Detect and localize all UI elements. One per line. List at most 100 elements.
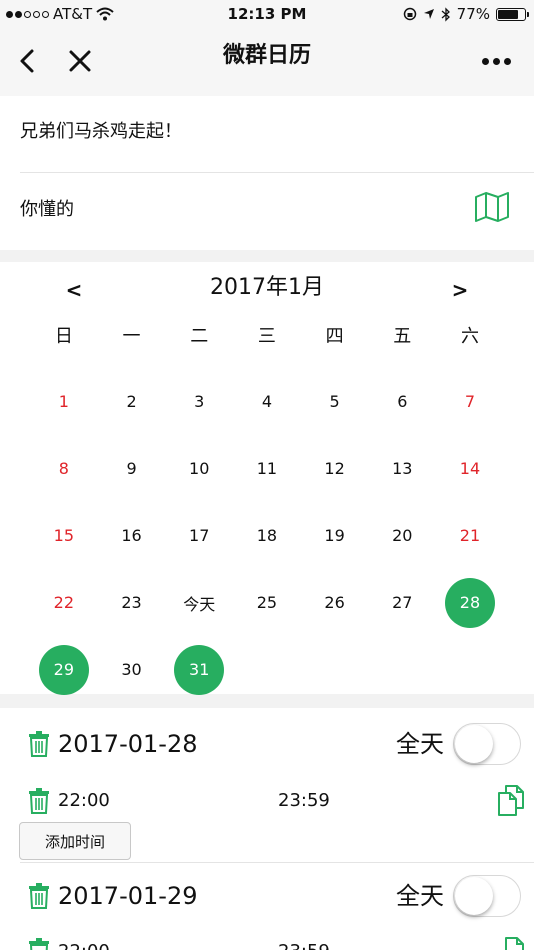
- calendar-cell: 14: [436, 435, 504, 502]
- calendar-cell: [368, 636, 436, 703]
- calendar-day[interactable]: 11: [242, 444, 292, 494]
- calendar-cell: 6: [368, 368, 436, 435]
- all-day-toggle[interactable]: [453, 723, 521, 765]
- calendar-grid: 1 2 3 4 5 6 7 8 9 10 11 12 13 14 15 16 17 18 19 20 21 22 23 今天 2…: [30, 368, 504, 703]
- calendar-cell: 17: [165, 502, 233, 569]
- calendar-day[interactable]: 23: [107, 578, 157, 628]
- battery-percent: 77%: [456, 5, 490, 23]
- event-date-list: 2017-01-28 全天 22:00 23:59 添加时间 2017-01-2…: [0, 708, 534, 950]
- calendar-cell: 1: [30, 368, 98, 435]
- trash-icon[interactable]: [28, 883, 50, 909]
- page: AT&T 12:13 PM 77% 微群日历 兄弟们马杀鸡走起！ 你懂的 < 2…: [0, 0, 534, 950]
- calendar-day[interactable]: 7: [445, 377, 495, 427]
- calendar-cell: 30: [98, 636, 166, 703]
- page-title: 微群日历: [222, 43, 311, 68]
- event-info-card: 兄弟们马杀鸡走起！ 你懂的: [0, 96, 534, 250]
- calendar-cell: 13: [368, 435, 436, 502]
- event-date: 2017-01-28: [58, 730, 198, 758]
- end-time[interactable]: 23:59: [278, 789, 330, 813]
- calendar-cell: 27: [368, 569, 436, 636]
- calendar-cell: 23: [98, 569, 166, 636]
- weekday-label: 六: [460, 326, 479, 347]
- calendar-day[interactable]: 18: [242, 511, 292, 561]
- calendar-day[interactable]: 22: [39, 578, 89, 628]
- end-time[interactable]: 23:59: [278, 940, 330, 950]
- calendar-cell: 21: [436, 502, 504, 569]
- weekday-label: 三: [257, 326, 276, 347]
- calendar-day[interactable]: 28: [444, 577, 495, 628]
- calendar-day[interactable]: 8: [39, 444, 89, 494]
- location-icon: [423, 9, 434, 19]
- calendar-day[interactable]: 4: [242, 377, 292, 427]
- trash-icon[interactable]: [28, 938, 50, 950]
- calendar-day[interactable]: 6: [377, 377, 427, 427]
- calendar-cell: 7: [436, 368, 504, 435]
- calendar-cell: 20: [368, 502, 436, 569]
- battery-icon: [496, 7, 529, 21]
- calendar-cell: 3: [165, 368, 233, 435]
- calendar-day[interactable]: 19: [310, 511, 360, 561]
- calendar-cell: 29: [30, 636, 98, 703]
- calendar-cell: 31: [165, 636, 233, 703]
- all-day-label: 全天: [396, 882, 444, 910]
- start-time[interactable]: 22:00: [58, 940, 110, 950]
- calendar-day[interactable]: 31: [174, 644, 225, 695]
- weekday-label: 二: [190, 326, 209, 347]
- weekday-label: 一: [122, 326, 141, 347]
- calendar-day[interactable]: 5: [310, 377, 360, 427]
- calendar-cell: 4: [233, 368, 301, 435]
- calendar-day[interactable]: 12: [310, 444, 360, 494]
- calendar-day[interactable]: 21: [445, 511, 495, 561]
- copy-icon[interactable]: [497, 784, 527, 816]
- calendar-day[interactable]: 15: [39, 511, 89, 561]
- add-time-button[interactable]: 添加时间: [19, 822, 131, 860]
- calendar-cell: 28: [436, 569, 504, 636]
- calendar-day[interactable]: 1: [39, 377, 89, 427]
- calendar-day[interactable]: 17: [174, 511, 224, 561]
- calendar-day[interactable]: 3: [174, 377, 224, 427]
- calendar-day[interactable]: 9: [107, 444, 157, 494]
- calendar-cell: 12: [301, 435, 369, 502]
- calendar-day[interactable]: 13: [377, 444, 427, 494]
- calendar-day[interactable]: 30: [107, 645, 157, 695]
- more-options-icon[interactable]: [482, 48, 514, 74]
- calendar-day[interactable]: 16: [107, 511, 157, 561]
- all-day-toggle[interactable]: [453, 875, 521, 917]
- next-month-button[interactable]: >: [450, 278, 470, 302]
- calendar-cell: [436, 636, 504, 703]
- calendar-day[interactable]: 14: [445, 444, 495, 494]
- trash-icon[interactable]: [28, 731, 50, 757]
- weekday-header: 日 一 二 三 四 五 六: [30, 322, 504, 348]
- calendar-day[interactable]: 25: [242, 578, 292, 628]
- calendar-cell: 10: [165, 435, 233, 502]
- calendar-day[interactable]: 27: [377, 578, 427, 628]
- start-time[interactable]: 22:00: [58, 789, 110, 813]
- divider: [20, 172, 534, 173]
- calendar-day[interactable]: 26: [310, 578, 360, 628]
- calendar-cell: 18: [233, 502, 301, 569]
- calendar-day[interactable]: 2: [107, 377, 157, 427]
- calendar-cell: [233, 636, 301, 703]
- copy-icon[interactable]: [497, 936, 527, 950]
- all-day-label: 全天: [396, 730, 444, 758]
- calendar-cell: 25: [233, 569, 301, 636]
- map-icon[interactable]: [474, 192, 510, 222]
- event-date: 2017-01-29: [58, 882, 198, 910]
- calendar-day[interactable]: 29: [38, 644, 89, 695]
- calendar-week: 22 23 今天 25 26 27 28: [30, 569, 504, 636]
- calendar-day[interactable]: 20: [377, 511, 427, 561]
- weekday-label: 五: [393, 326, 412, 347]
- weekday-label: 四: [325, 326, 344, 347]
- event-location: 你懂的: [20, 199, 74, 220]
- trash-icon[interactable]: [28, 788, 50, 814]
- calendar-cell: 26: [301, 569, 369, 636]
- calendar: < 2017年1月 > 日 一 二 三 四 五 六 1 2 3 4 5 6 7 8 9 10 11 1…: [0, 262, 534, 695]
- calendar-cell: 2: [98, 368, 166, 435]
- nav-bar: 微群日历: [0, 28, 534, 96]
- divider: [20, 862, 534, 863]
- event-title: 兄弟们马杀鸡走起！: [20, 121, 182, 142]
- weekday-label: 日: [54, 326, 73, 347]
- calendar-day[interactable]: 今天: [174, 578, 224, 628]
- status-bar: AT&T 12:13 PM 77%: [0, 0, 534, 28]
- calendar-day[interactable]: 10: [174, 444, 224, 494]
